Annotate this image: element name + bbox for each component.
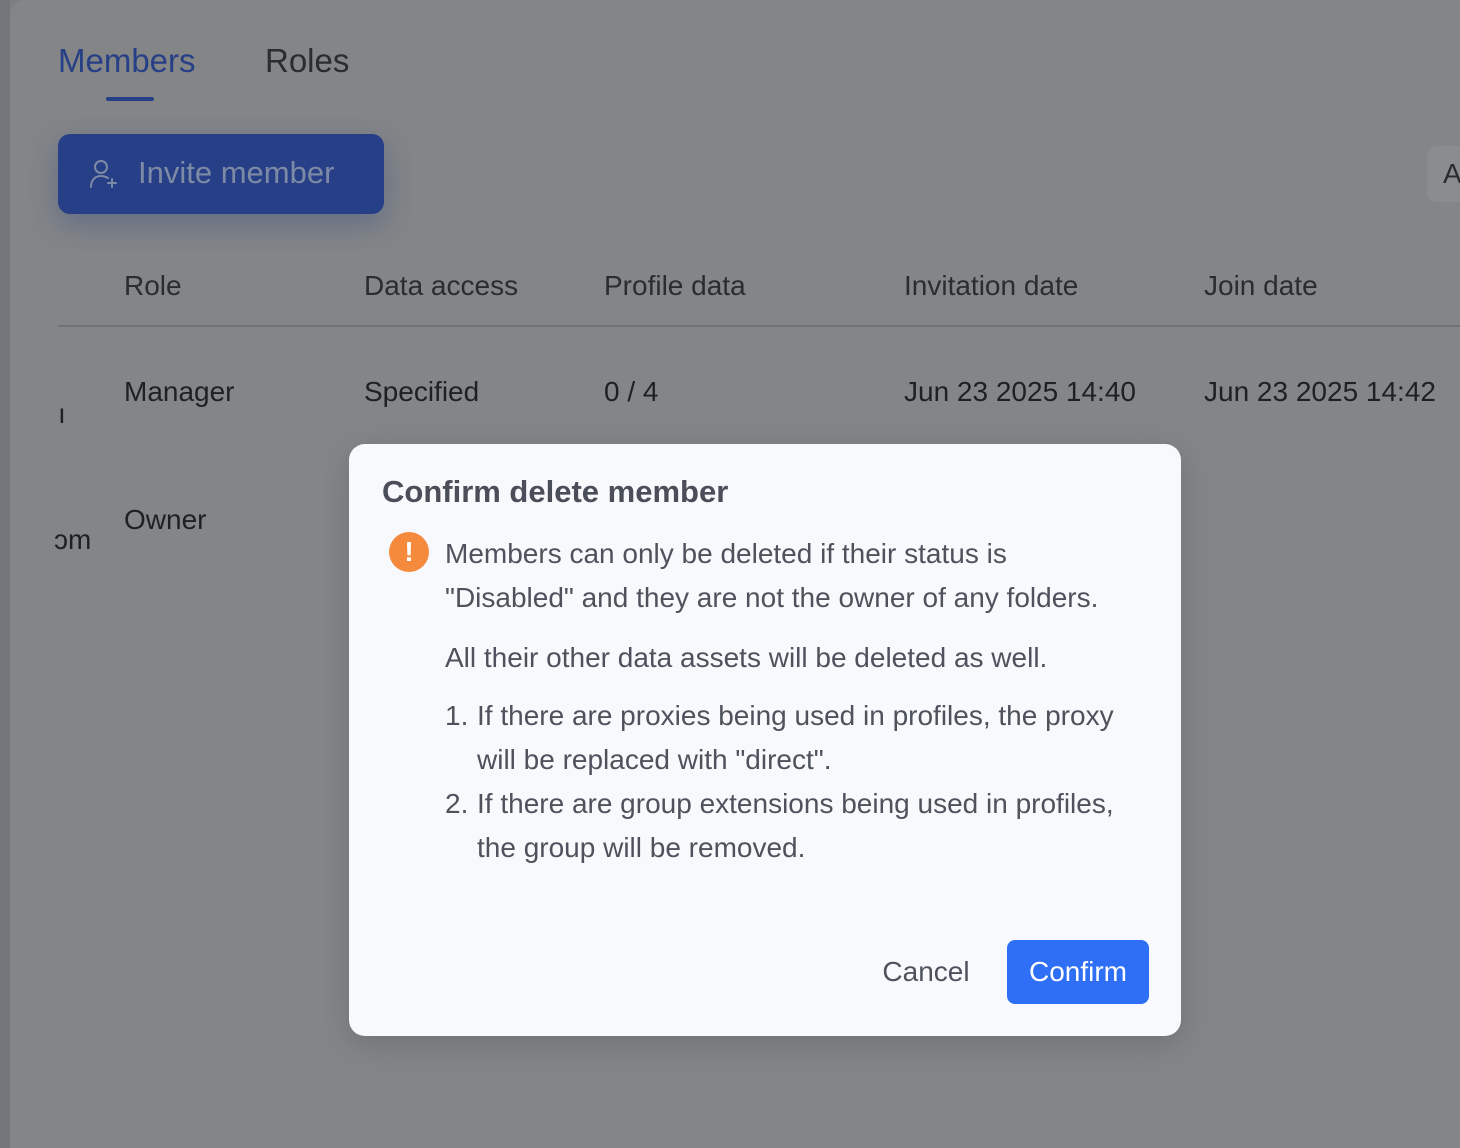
row1-data-access: Specified [364, 376, 480, 407]
dialog-note-text: All their other data assets will be dele… [445, 642, 1048, 673]
dialog-title: Confirm delete member [382, 474, 729, 509]
exclamation-icon: ! [389, 532, 429, 572]
dialog-consequence-list: 1. If there are proxies being used in pr… [445, 694, 1125, 870]
dialog-body: Members can only be deleted if their sta… [445, 532, 1125, 870]
header-join-date: Join date [1204, 270, 1318, 301]
list-item: 1. If there are proxies being used in pr… [445, 694, 1125, 782]
right-edge-control[interactable]: A [1427, 146, 1460, 202]
list-item-text: If there are proxies being used in profi… [477, 700, 1114, 775]
list-item-text: If there are group extensions being used… [477, 788, 1114, 863]
tab-roles[interactable]: Roles [265, 42, 349, 80]
row2-role: Owner [124, 504, 207, 535]
cancel-button[interactable]: Cancel [863, 940, 989, 1004]
tab-members[interactable]: Members [58, 42, 196, 80]
list-item-number: 1. [445, 700, 469, 731]
row1-join-date: Jun 23 2025 14:42 [1204, 376, 1436, 407]
right-edge-control-label: A [1443, 158, 1460, 189]
dialog-warning-text: Members can only be deleted if their sta… [445, 538, 1099, 613]
row1-profile-data: 0 / 4 [604, 376, 659, 407]
row2-member-partial: ɔm [54, 524, 92, 555]
row1-role: Manager [124, 376, 235, 407]
header-invitation-date: Invitation date [904, 270, 1079, 301]
row1-invitation-date: Jun 23 2025 14:40 [904, 376, 1136, 407]
table-header-divider [58, 325, 1460, 327]
list-item-number: 2. [445, 788, 469, 819]
active-tab-indicator [106, 97, 154, 101]
header-role: Role [124, 270, 182, 301]
user-plus-icon [90, 160, 117, 188]
invite-member-label: Invite member [138, 155, 335, 190]
header-data-access: Data access [364, 270, 519, 301]
list-item: 2. If there are group extensions being u… [445, 782, 1125, 870]
confirm-button[interactable]: Confirm [1007, 940, 1149, 1004]
left-sidebar-edge [0, 0, 10, 1148]
invite-member-button[interactable]: Invite member [58, 134, 384, 214]
confirm-delete-dialog: Confirm delete member ! Members can only… [349, 444, 1181, 1036]
header-profile-data: Profile data [604, 270, 746, 301]
row1-member-partial: ı [58, 398, 66, 429]
